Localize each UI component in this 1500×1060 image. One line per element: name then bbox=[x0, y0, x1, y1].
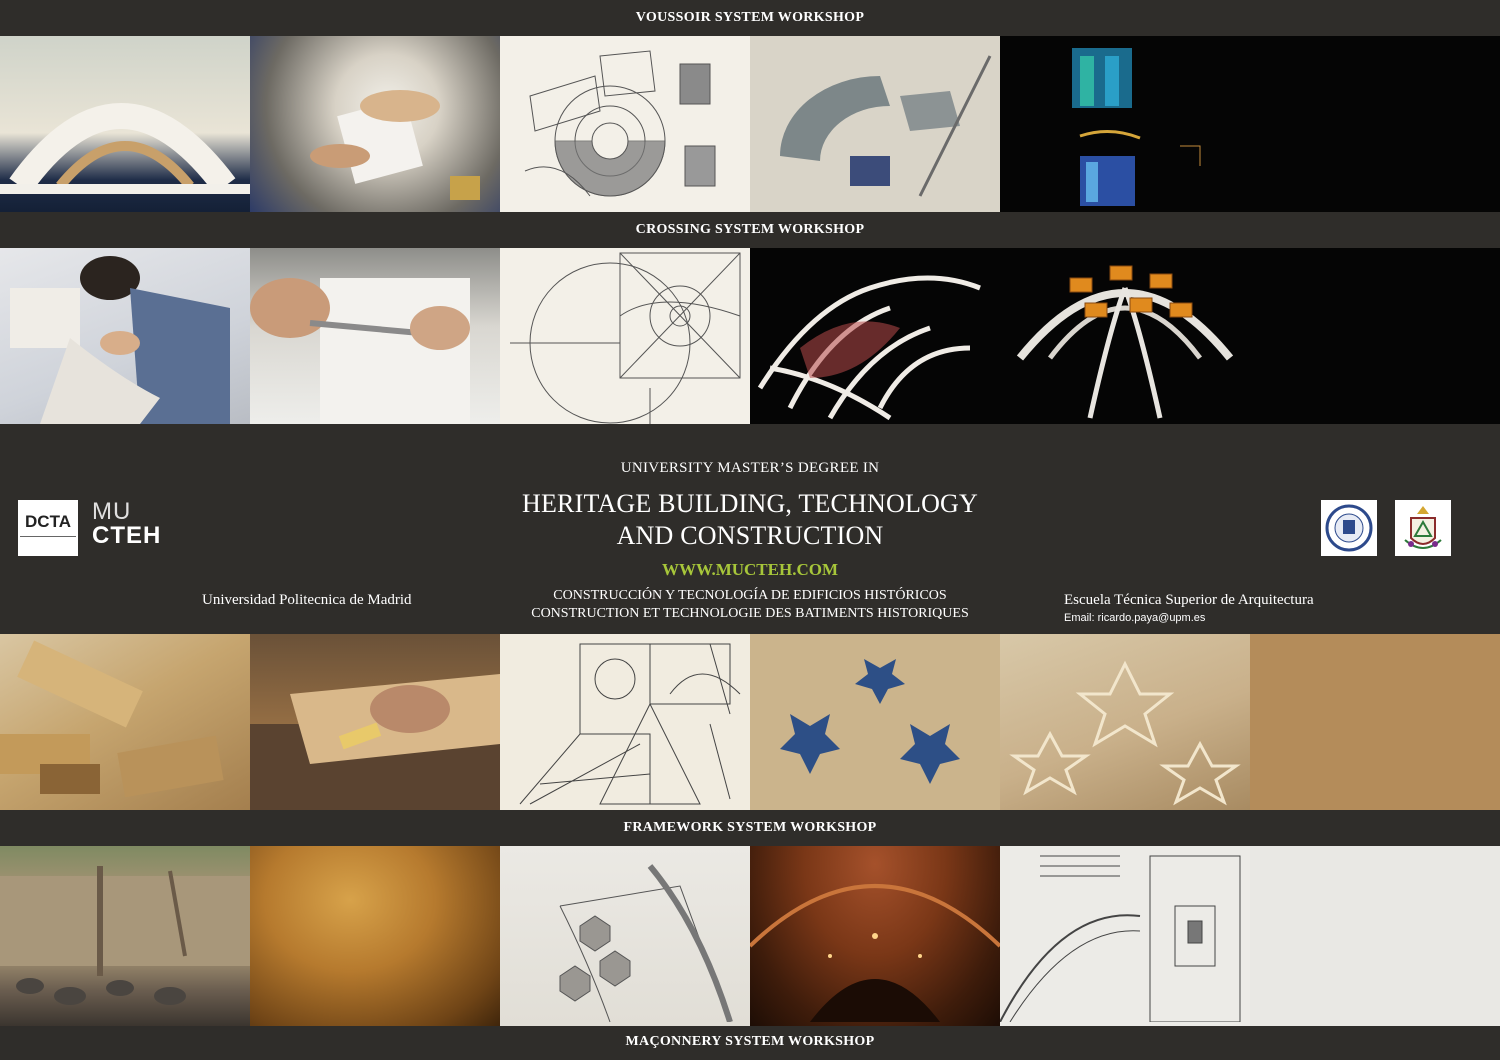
maconnery-workshop-heading: MAÇONNERY SYSTEM WORKSHOP bbox=[625, 1034, 875, 1049]
3d-voussoir-render bbox=[1000, 36, 1250, 212]
framework-image-row bbox=[0, 634, 1500, 810]
program-info-panel: DCTA MU CTEH UNIVERSITY MASTER’S DEGREE … bbox=[0, 424, 1500, 634]
degree-title-line-2: AND CONSTRUCTION bbox=[616, 521, 884, 550]
carving-hands-photo bbox=[250, 36, 500, 212]
lattice-carving-photo bbox=[250, 634, 500, 810]
degree-title: HERITAGE BUILDING, TECHNOLOGY AND CONSTR… bbox=[0, 488, 1500, 552]
website-link[interactable]: WWW.MUCTEH.COM bbox=[0, 560, 1500, 580]
voussoir-workshop-heading: VOUSSOIR SYSTEM WORKSHOP bbox=[635, 10, 865, 25]
voussoir-drawing-sheet bbox=[500, 36, 750, 212]
crossing-workshop-heading: CROSSING SYSTEM WORKSHOP bbox=[635, 222, 865, 237]
ribbed-vault-render bbox=[750, 248, 1000, 424]
rammed-earth-wall-photo bbox=[0, 846, 250, 1026]
plaster-arch-model-photo bbox=[0, 36, 250, 212]
etsa-crest-icon bbox=[1395, 500, 1451, 556]
lattice-panel-photo bbox=[750, 634, 1000, 810]
dome-section-engraving bbox=[1000, 846, 1250, 1026]
degree-subtitle: UNIVERSITY MASTER’S DEGREE IN bbox=[620, 460, 880, 476]
crossing-dome-render bbox=[1000, 248, 1250, 424]
chisel-block-photo bbox=[250, 248, 500, 424]
student-carving-photo bbox=[0, 248, 250, 424]
contact-email[interactable]: Email: ricardo.paya@upm.es bbox=[1064, 612, 1205, 624]
voussoir-image-row bbox=[0, 36, 1500, 212]
coffered-vault-engraving bbox=[500, 846, 750, 1026]
empty-dark-tile bbox=[1250, 36, 1500, 212]
lacework-ceiling-drawing bbox=[500, 634, 750, 810]
crossing-image-row bbox=[0, 248, 1500, 424]
crossing-vault-drawing bbox=[500, 248, 750, 424]
timber-joints-photo bbox=[0, 634, 250, 810]
etsa-label: Escuela Técnica Superior de Arquitectura bbox=[1064, 592, 1314, 608]
empty-dark-tile-2 bbox=[1250, 248, 1500, 424]
degree-title-line-1: HERITAGE BUILDING, TECHNOLOGY bbox=[521, 489, 978, 518]
brick-tunnel-vault-photo bbox=[750, 846, 1000, 1026]
maconnery-image-row bbox=[0, 846, 1500, 1026]
star-lattice-photo bbox=[1000, 634, 1250, 810]
upm-seal-icon bbox=[1321, 500, 1377, 556]
tracing-templates-photo bbox=[750, 36, 1000, 212]
upm-label: Universidad Politecnica de Madrid bbox=[202, 592, 412, 608]
framework-workshop-heading: FRAMEWORK SYSTEM WORKSHOP bbox=[623, 820, 877, 835]
brick-vault-photo bbox=[250, 846, 500, 1026]
wood-texture-tile bbox=[1250, 634, 1500, 810]
engraving-continuation-tile bbox=[1250, 846, 1500, 1026]
